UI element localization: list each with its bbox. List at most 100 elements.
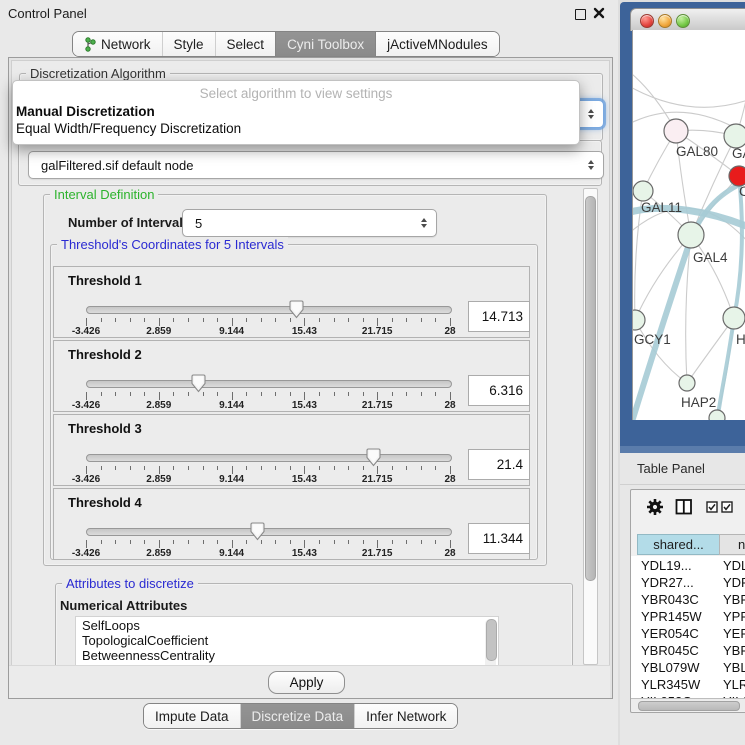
table-row[interactable]: YBL079W YBL0 bbox=[631, 659, 745, 676]
node-label: GA bbox=[732, 146, 745, 161]
tab-label: Network bbox=[101, 37, 151, 52]
threshold-value-field[interactable]: 6.316 bbox=[468, 375, 530, 406]
network-icon bbox=[84, 37, 96, 52]
table-data-combobox[interactable]: galFiltered.sif default node bbox=[28, 151, 604, 179]
threshold-value-field[interactable]: 14.713 bbox=[468, 301, 530, 332]
network-node[interactable] bbox=[724, 124, 745, 148]
tab-jactivemnodules[interactable]: jActiveMNodules bbox=[375, 32, 499, 56]
threshold-slider-track[interactable] bbox=[86, 454, 452, 462]
scale-label: 21.715 bbox=[362, 400, 393, 411]
table-row[interactable]: YER054C YER0 bbox=[631, 625, 745, 642]
cell-shared-name: YDR27... bbox=[641, 574, 694, 591]
tab-style[interactable]: Style bbox=[162, 32, 215, 56]
node-label: GAL11 bbox=[641, 200, 682, 215]
network-node[interactable] bbox=[729, 166, 745, 186]
scale-label: 9.144 bbox=[219, 400, 244, 411]
attribute-item[interactable]: SelfLoops bbox=[76, 617, 498, 632]
network-node[interactable] bbox=[664, 119, 688, 143]
table-hscrollbar[interactable] bbox=[631, 698, 745, 711]
control-panel: Control Panel NetworkStyleSelectCyni Too… bbox=[0, 0, 618, 745]
scale-label: 21.715 bbox=[362, 474, 393, 485]
network-node[interactable] bbox=[709, 410, 725, 420]
attributes-scrollbar[interactable] bbox=[485, 619, 496, 665]
node-label: GAL4 bbox=[693, 250, 728, 265]
threshold-slider-thumb[interactable] bbox=[289, 300, 304, 319]
apply-button[interactable]: Apply bbox=[268, 671, 345, 694]
algorithm-group-title: Discretization Algorithm bbox=[26, 66, 170, 81]
threshold-value-field[interactable]: 21.4 bbox=[468, 449, 530, 480]
network-canvas[interactable]: GAL80GACGAL11GAL4GCY1HHAP2 bbox=[632, 30, 745, 420]
table-row[interactable]: YBR043C YBR0 bbox=[631, 591, 745, 608]
zoom-traffic-light-icon[interactable] bbox=[676, 14, 690, 28]
threshold-slider-track[interactable] bbox=[86, 380, 452, 388]
thresholds-group-title: Threshold's Coordinates for 5 Intervals bbox=[57, 237, 288, 252]
checkbox-icon[interactable] bbox=[721, 501, 733, 513]
tab-discretize-data[interactable]: Discretize Data bbox=[240, 704, 355, 728]
network-window-titlebar[interactable] bbox=[630, 8, 745, 31]
scale-label: 21.715 bbox=[362, 326, 393, 337]
scale-label: 9.144 bbox=[219, 326, 244, 337]
attribute-item[interactable]: TopologicalCoefficient bbox=[76, 632, 498, 647]
scale-label: 28 bbox=[444, 400, 455, 411]
threshold-slider-thumb[interactable] bbox=[250, 522, 265, 541]
network-node[interactable] bbox=[633, 181, 653, 201]
tab-select[interactable]: Select bbox=[215, 32, 276, 56]
scale-label: 9.144 bbox=[219, 548, 244, 559]
close-icon[interactable] bbox=[593, 7, 605, 19]
tab-infer-network[interactable]: Infer Network bbox=[354, 704, 457, 728]
node-label: GAL80 bbox=[676, 144, 718, 159]
network-node[interactable] bbox=[723, 307, 745, 329]
slider-scale: -3.4262.8599.14415.4321.71528 bbox=[86, 548, 452, 559]
tab-impute-data[interactable]: Impute Data bbox=[144, 704, 240, 728]
settings-scrollbar-thumb[interactable] bbox=[585, 196, 596, 581]
threshold-value-field[interactable]: 11.344 bbox=[468, 523, 530, 554]
scale-label: 9.144 bbox=[219, 474, 244, 485]
table-row[interactable]: YPR145W YPR1 bbox=[631, 608, 745, 625]
column-header-name[interactable]: na bbox=[719, 534, 745, 555]
column-header-shared-name[interactable]: shared... bbox=[637, 534, 720, 555]
threshold-panel-3: Threshold 3 -3.4262.8599.14415.4321.7152… bbox=[53, 414, 530, 486]
table-panel-title: Table Panel bbox=[637, 461, 705, 476]
network-node[interactable] bbox=[633, 310, 645, 330]
scale-label: 15.43 bbox=[292, 474, 317, 485]
slider-scale: -3.4262.8599.14415.4321.71528 bbox=[86, 474, 452, 485]
table-row[interactable]: YLR345W YLR3 bbox=[631, 676, 745, 693]
intervals-combobox[interactable]: 5 bbox=[182, 209, 437, 237]
threshold-label: Threshold 1 bbox=[68, 273, 142, 288]
table-row[interactable]: YBR045C YBR0 bbox=[631, 642, 745, 659]
settings-scrollbar[interactable] bbox=[583, 188, 598, 665]
minimize-traffic-light-icon[interactable] bbox=[658, 14, 672, 28]
table-row[interactable]: YDL19... YDL1 bbox=[631, 557, 745, 574]
dropdown-option-manual[interactable]: Manual Discretization bbox=[16, 104, 155, 119]
top-tab-bar: Network Style SelectCyni ToolboxjActiveMNo… bbox=[72, 31, 500, 57]
threshold-slider-thumb[interactable] bbox=[366, 448, 381, 467]
network-window-frame-edge bbox=[620, 446, 745, 453]
dropdown-option-equal-width[interactable]: Equal Width/Frequency Discretization bbox=[16, 121, 241, 136]
tab-label: Style bbox=[174, 37, 204, 52]
tab-network[interactable]: Network bbox=[73, 32, 162, 56]
node-label: H bbox=[736, 332, 745, 347]
float-window-icon[interactable] bbox=[575, 9, 586, 20]
scale-label: 15.43 bbox=[292, 400, 317, 411]
numerical-attributes-list[interactable]: SelfLoopsTopologicalCoefficientBetweenne… bbox=[75, 616, 499, 665]
split-columns-icon[interactable] bbox=[675, 498, 693, 516]
attribute-item[interactable]: BetweennessCentrality bbox=[76, 647, 498, 662]
scale-label: 28 bbox=[444, 474, 455, 485]
combobox-stepper-icon bbox=[588, 109, 594, 119]
cell-shared-name: YER054C bbox=[641, 625, 699, 642]
close-traffic-light-icon[interactable] bbox=[640, 14, 654, 28]
node-table: shared... na YDL19... YDL1YDR27... YDR2Y… bbox=[630, 489, 745, 713]
checkbox-icon[interactable] bbox=[706, 501, 718, 513]
gear-icon[interactable] bbox=[646, 498, 664, 516]
table-row[interactable]: YDR27... YDR2 bbox=[631, 574, 745, 591]
threshold-slider-track[interactable] bbox=[86, 306, 452, 314]
scale-label: -3.426 bbox=[72, 474, 100, 485]
slider-scale: -3.4262.8599.14415.4321.71528 bbox=[86, 400, 452, 411]
network-node[interactable] bbox=[678, 222, 704, 248]
network-node[interactable] bbox=[679, 375, 695, 391]
tab-cyni-toolbox[interactable]: Cyni Toolbox bbox=[275, 32, 375, 56]
node-label: HAP2 bbox=[681, 395, 716, 410]
threshold-slider-track[interactable] bbox=[86, 528, 452, 536]
scale-label: 28 bbox=[444, 326, 455, 337]
threshold-slider-thumb[interactable] bbox=[191, 374, 206, 393]
